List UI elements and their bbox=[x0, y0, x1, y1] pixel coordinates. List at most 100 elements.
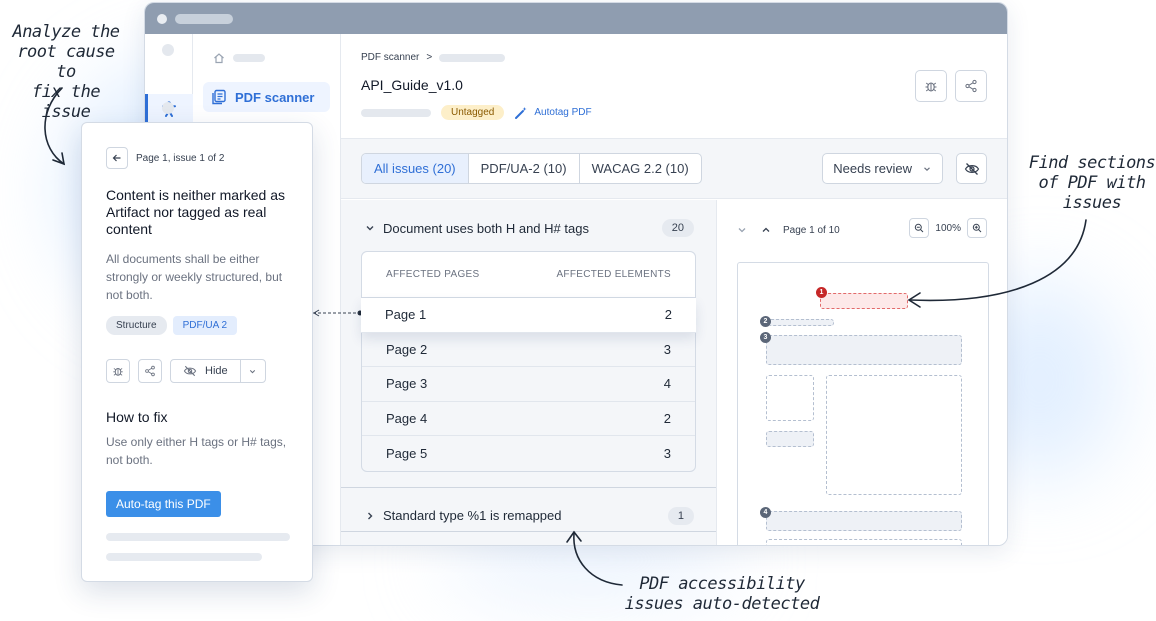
pdf-page: 1 2 3 4 bbox=[737, 262, 989, 545]
table-row[interactable]: Page 3 4 bbox=[362, 367, 695, 402]
table-row[interactable]: Page 1 2 bbox=[361, 298, 696, 333]
issue-marker[interactable]: 2 bbox=[760, 316, 771, 327]
breadcrumb: PDF scanner > bbox=[361, 52, 987, 63]
issue-detail-panel: Page 1, issue 1 of 2 Content is neither … bbox=[81, 122, 313, 582]
zoom-controls: 100% bbox=[909, 218, 987, 238]
magic-wand-icon bbox=[515, 106, 527, 119]
skeleton-line bbox=[106, 553, 262, 561]
review-status-select[interactable]: Needs review bbox=[822, 153, 943, 184]
issue-count-badge: 20 bbox=[661, 219, 694, 237]
meta-placeholder bbox=[361, 108, 431, 117]
affected-page: Page 5 bbox=[386, 445, 428, 461]
sidebar-item-home[interactable] bbox=[213, 52, 265, 64]
issue-position: Page 1, issue 1 of 2 bbox=[136, 152, 225, 164]
window-dot[interactable] bbox=[157, 13, 167, 24]
review-status-value: Needs review bbox=[833, 161, 912, 176]
content-region[interactable] bbox=[766, 375, 814, 421]
report-bug-button[interactable] bbox=[106, 359, 130, 383]
content-region[interactable] bbox=[826, 375, 962, 495]
annotation-line: PDF accessibility bbox=[639, 574, 805, 594]
report-bug-button[interactable] bbox=[915, 70, 947, 102]
annotation-line: issues auto-detected bbox=[624, 594, 820, 614]
annotation-line: root cause to bbox=[17, 42, 115, 82]
content-region[interactable] bbox=[766, 335, 962, 365]
affected-page: Page 4 bbox=[386, 410, 428, 426]
page-up-button[interactable] bbox=[761, 225, 771, 235]
chevron-up-icon bbox=[762, 227, 770, 232]
affected-page: Page 1 bbox=[385, 307, 427, 323]
back-button[interactable] bbox=[106, 147, 128, 169]
issue-detail-title: Content is neither marked as Artifact no… bbox=[106, 187, 285, 237]
auto-tag-button[interactable]: Auto-tag this PDF bbox=[106, 491, 221, 517]
preview-toolbar: Page 1 of 10 100% bbox=[717, 200, 1007, 260]
issue-pagination: Page 1, issue 1 of 2 bbox=[106, 147, 288, 169]
nav-placeholder bbox=[233, 54, 265, 62]
chevron-down-icon bbox=[365, 223, 375, 233]
eye-off-icon bbox=[964, 162, 979, 175]
autotag-link[interactable]: Autotag PDF bbox=[514, 106, 592, 120]
connector-line bbox=[313, 312, 359, 314]
arrow-left-icon bbox=[112, 154, 121, 162]
column-header-elements: AFFECTED ELEMENTS bbox=[556, 269, 671, 280]
table-header: AFFECTED PAGES AFFECTED ELEMENTS bbox=[362, 252, 695, 298]
pdf-scanner-icon bbox=[212, 89, 226, 105]
column-header-pages: AFFECTED PAGES bbox=[386, 269, 480, 280]
affected-pages-table: AFFECTED PAGES AFFECTED ELEMENTS Page 1 … bbox=[361, 251, 696, 472]
chevron-down-icon bbox=[924, 166, 930, 171]
hide-options-button[interactable] bbox=[241, 360, 265, 382]
page-indicator: Page 1 of 10 bbox=[783, 224, 840, 236]
hide-toggle-button[interactable] bbox=[956, 153, 987, 184]
table-row[interactable]: Page 4 2 bbox=[362, 402, 695, 436]
rail-item[interactable] bbox=[162, 102, 174, 114]
share-button[interactable] bbox=[138, 359, 162, 383]
breadcrumb-link[interactable]: PDF scanner bbox=[361, 52, 419, 63]
annotation-line: fix the issue bbox=[31, 82, 101, 122]
issue-marker[interactable]: 1 bbox=[816, 287, 827, 298]
content-region[interactable] bbox=[766, 539, 962, 545]
pdf-preview: Page 1 of 10 100% 1 2 3 4 bbox=[717, 200, 1007, 545]
tab-all-issues[interactable]: All issues (20) bbox=[362, 154, 469, 183]
annotation-line: issues bbox=[1062, 193, 1122, 213]
eye-off-icon bbox=[183, 365, 197, 377]
hide-button[interactable]: Hide bbox=[171, 360, 241, 382]
skeleton-line bbox=[106, 533, 290, 541]
table-row[interactable]: Page 2 3 bbox=[362, 333, 695, 367]
tag-structure: Structure bbox=[106, 316, 167, 335]
chevron-down-icon bbox=[250, 369, 256, 373]
document-header: PDF scanner > API_Guide_v1.0 Untagged Au… bbox=[341, 34, 1007, 139]
share-icon bbox=[145, 365, 155, 377]
chevron-down-icon bbox=[738, 228, 746, 233]
annotation-bottom: PDF accessibility issues auto-detected bbox=[622, 574, 822, 614]
zoom-out-icon bbox=[915, 223, 924, 233]
affected-page: Page 3 bbox=[386, 376, 428, 392]
issue-group[interactable]: Standard type %1 is remapped 1 bbox=[341, 488, 716, 544]
zoom-in-icon bbox=[972, 223, 982, 233]
header-actions bbox=[915, 70, 987, 102]
chevron-right-icon bbox=[365, 511, 375, 521]
tab-wacag-2-2[interactable]: WACAG 2.2 (10) bbox=[580, 154, 701, 183]
tab-pdf-ua-2[interactable]: PDF/UA-2 (10) bbox=[469, 154, 580, 183]
sidebar-item-pdf-scanner[interactable]: PDF scanner bbox=[203, 82, 330, 112]
issue-marker[interactable]: 3 bbox=[760, 332, 771, 343]
share-button[interactable] bbox=[955, 70, 987, 102]
issue-filter-tabs: All issues (20) PDF/UA-2 (10) WACAG 2.2 … bbox=[361, 153, 702, 184]
issue-group[interactable]: Document uses both H and H# tags 20 bbox=[341, 200, 716, 256]
zoom-in-button[interactable] bbox=[967, 218, 987, 238]
annotation-left: Analyze the root cause to fix the issue bbox=[4, 22, 128, 122]
rail-item[interactable] bbox=[162, 44, 174, 56]
issue-title: Standard type %1 is remapped bbox=[383, 508, 562, 523]
table-row[interactable]: Page 5 3 bbox=[362, 436, 695, 471]
issue-marker[interactable]: 4 bbox=[760, 507, 771, 518]
hide-label: Hide bbox=[205, 365, 228, 377]
document-meta: Untagged Autotag PDF bbox=[361, 105, 987, 120]
content-region[interactable] bbox=[766, 431, 814, 447]
issue-count-badge: 1 bbox=[667, 506, 694, 525]
page-down-button[interactable] bbox=[737, 225, 747, 235]
content-region[interactable] bbox=[766, 511, 962, 531]
annotation-right: Find sections of PDF with issues bbox=[1028, 153, 1156, 213]
content-region[interactable] bbox=[768, 319, 834, 326]
autotag-label: Autotag PDF bbox=[534, 107, 592, 118]
issue-region[interactable] bbox=[820, 293, 908, 309]
zoom-out-button[interactable] bbox=[909, 218, 930, 238]
title-bar bbox=[145, 3, 1007, 34]
